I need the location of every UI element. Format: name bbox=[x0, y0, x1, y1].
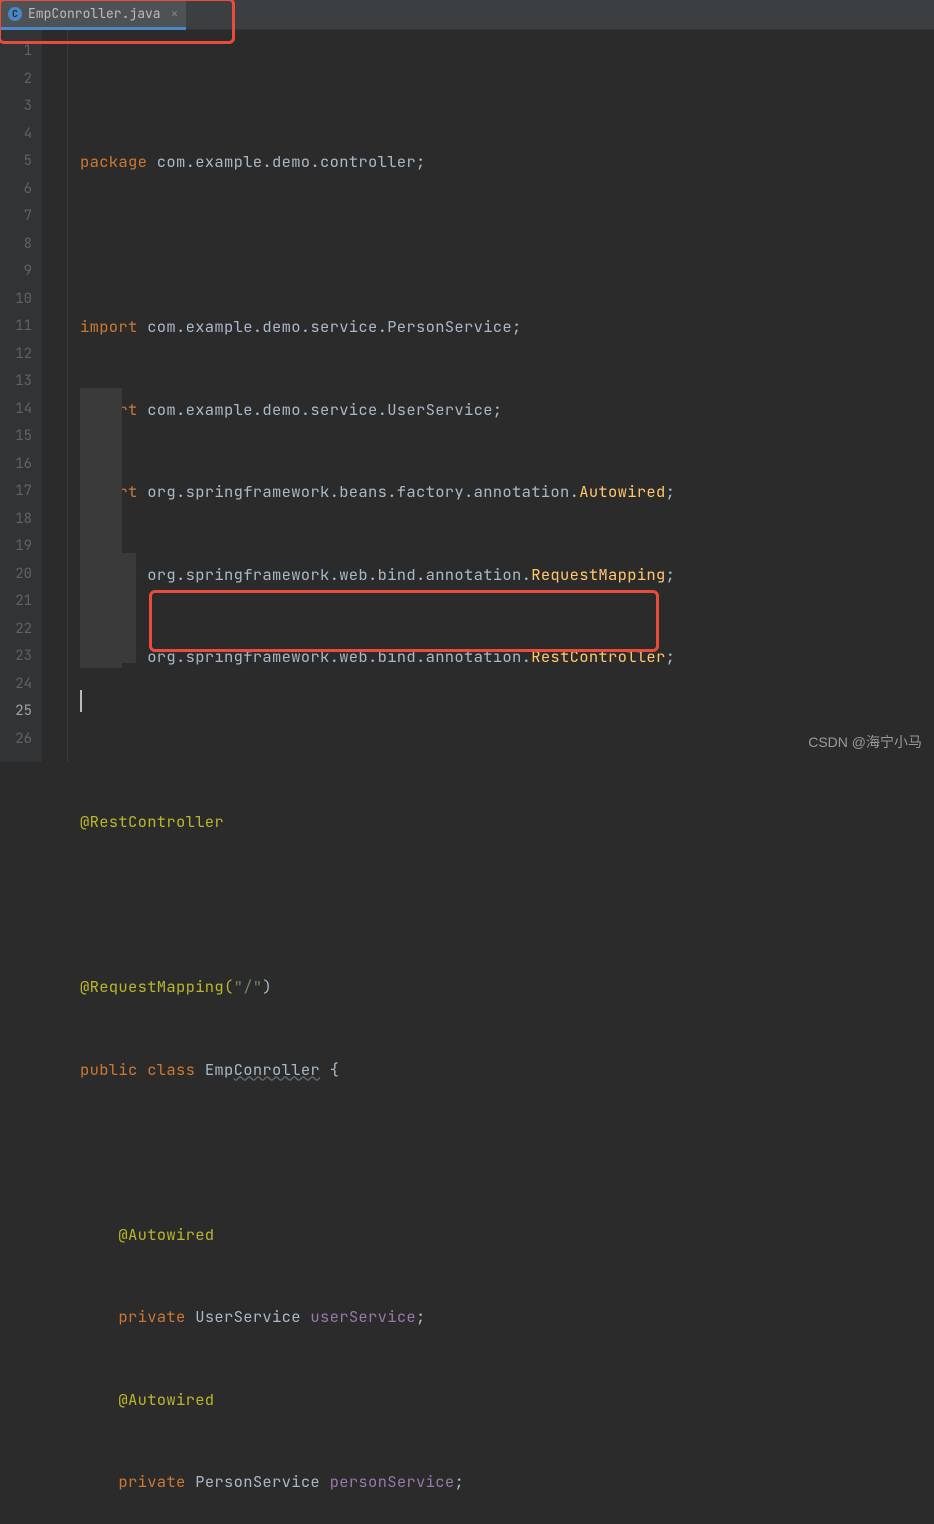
watermark: CSDN @海宁小马 bbox=[808, 732, 922, 752]
line-number[interactable]: 26 bbox=[0, 726, 42, 754]
line-number[interactable]: 16 bbox=[0, 451, 42, 479]
editor: 1234567891011121314151617181920212223242… bbox=[0, 30, 934, 762]
line-number[interactable]: 1 bbox=[0, 38, 42, 66]
line-number[interactable]: 5 bbox=[0, 148, 42, 176]
line-number[interactable]: 24 bbox=[0, 671, 42, 699]
line-number[interactable]: 11 bbox=[0, 313, 42, 341]
line-number[interactable]: 20 bbox=[0, 561, 42, 589]
line-number[interactable]: 10 bbox=[0, 286, 42, 314]
line-number[interactable]: 12 bbox=[0, 341, 42, 369]
line-number[interactable]: 17 bbox=[0, 478, 42, 506]
line-number[interactable]: 21 bbox=[0, 588, 42, 616]
line-number[interactable]: 15 bbox=[0, 423, 42, 451]
fold-column[interactable] bbox=[42, 30, 68, 762]
tab-active[interactable]: C EmpConroller.java × bbox=[0, 0, 186, 30]
line-number[interactable]: 9 bbox=[0, 258, 42, 286]
code-area[interactable]: package com.example.demo.controller; imp… bbox=[68, 30, 934, 762]
line-number[interactable]: 14 bbox=[0, 396, 42, 424]
gutter[interactable]: 1234567891011121314151617181920212223242… bbox=[0, 30, 42, 762]
line-number[interactable]: 25 bbox=[0, 698, 42, 726]
line-number[interactable]: 18 bbox=[0, 506, 42, 534]
caret bbox=[80, 690, 82, 712]
tab-filename: EmpConroller.java bbox=[28, 5, 161, 22]
line-number[interactable]: 6 bbox=[0, 176, 42, 204]
tab-bar: C EmpConroller.java × bbox=[0, 0, 934, 30]
line-number[interactable]: 8 bbox=[0, 231, 42, 259]
line-number[interactable]: 23 bbox=[0, 643, 42, 671]
line-number[interactable]: 19 bbox=[0, 533, 42, 561]
line-number[interactable]: 4 bbox=[0, 121, 42, 149]
line-number[interactable]: 7 bbox=[0, 203, 42, 231]
class-icon: C bbox=[8, 7, 22, 21]
line-number[interactable]: 13 bbox=[0, 368, 42, 396]
line-number[interactable]: 2 bbox=[0, 66, 42, 94]
close-icon[interactable]: × bbox=[171, 5, 179, 22]
line-number[interactable]: 3 bbox=[0, 93, 42, 121]
line-number[interactable]: 22 bbox=[0, 616, 42, 644]
